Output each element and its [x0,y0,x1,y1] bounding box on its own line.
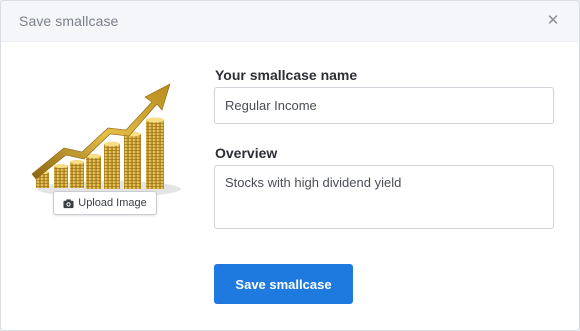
upload-image-label: Upload Image [78,197,147,209]
overview-label: Overview [215,145,278,161]
upload-image-button[interactable]: Upload Image [53,191,157,215]
modal-title: Save smallcase [19,13,119,29]
camera-icon [63,198,74,208]
modal-header: Save smallcase ✕ [1,1,579,42]
save-smallcase-button[interactable]: Save smallcase [214,264,353,304]
smallcase-name-input[interactable] [214,87,554,124]
smallcase-name-label: Your smallcase name [215,67,358,83]
close-icon[interactable]: ✕ [543,11,563,31]
overview-textarea[interactable]: Stocks with high dividend yield [214,165,554,229]
save-smallcase-modal: Save smallcase ✕ Upload Image Your small… [0,0,580,331]
